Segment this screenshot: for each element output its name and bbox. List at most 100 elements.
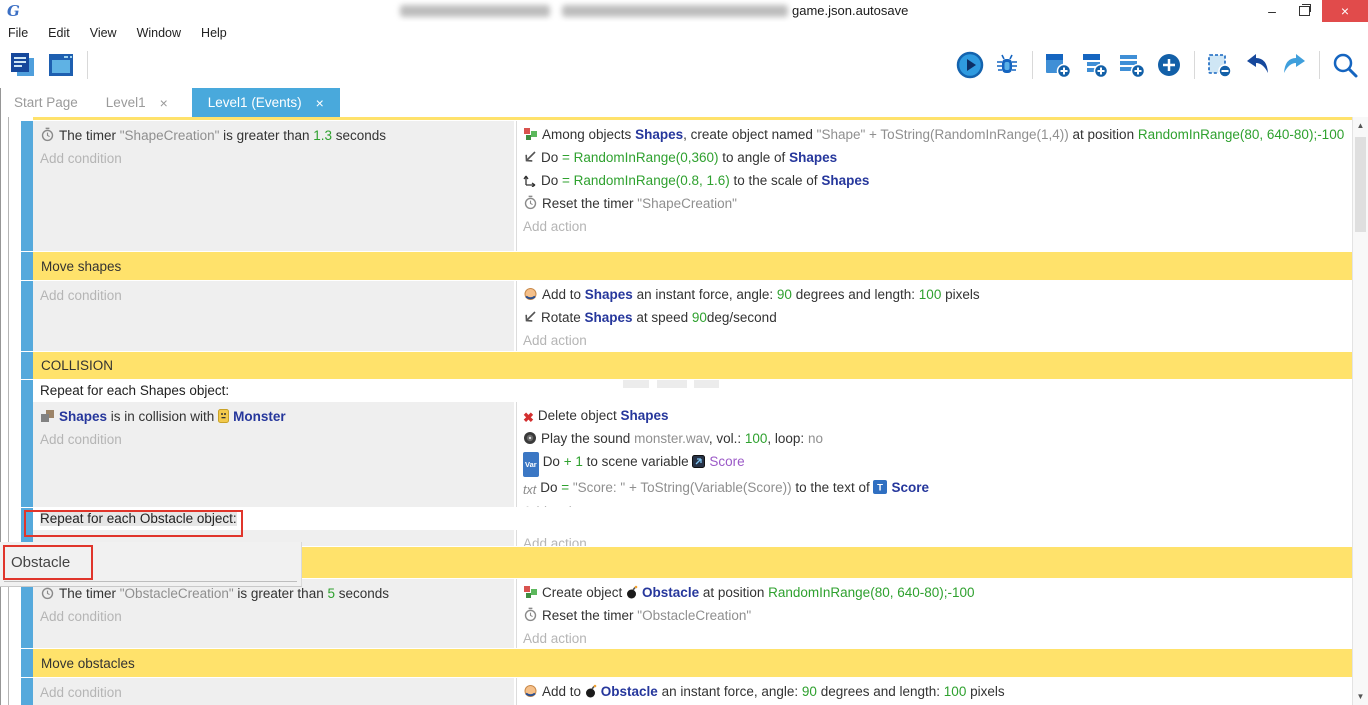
close-button[interactable]: × — [1322, 0, 1368, 22]
action-row[interactable]: Do = RandomInRange(0,360) to angle of Sh… — [523, 147, 1352, 170]
add-condition-button[interactable]: Add condition — [40, 682, 514, 703]
event-text: an instant force, angle: — [658, 684, 802, 699]
event-selection-bar[interactable] — [21, 121, 33, 251]
add-event-icon[interactable] — [1043, 50, 1073, 80]
add-sub-event-icon[interactable] — [1080, 50, 1110, 80]
action-row[interactable]: Among objects Shapes, create object name… — [523, 124, 1352, 147]
scroll-up-icon[interactable]: ▲ — [1353, 121, 1368, 130]
event-text: 5 — [327, 586, 335, 601]
action-row[interactable]: ✖Delete object Shapes — [523, 405, 1352, 428]
play-icon[interactable] — [955, 50, 985, 80]
event-selection-bar[interactable] — [21, 281, 33, 351]
action-row[interactable]: Reset the timer "ObstacleCreation" — [523, 605, 1352, 628]
event-text: Score — [891, 480, 929, 495]
action-row[interactable]: VarDo + 1 to scene variable Score — [523, 451, 1352, 477]
condition-row[interactable]: Shapes is in collision with Monster — [40, 406, 514, 429]
timer-icon — [40, 127, 55, 148]
scrollbar-thumb[interactable] — [1355, 137, 1366, 232]
condition-row[interactable]: The timer "ShapeCreation" is greater tha… — [40, 125, 514, 148]
project-manager-icon[interactable] — [8, 50, 38, 80]
sound-icon — [523, 430, 537, 451]
event-selection-bar[interactable] — [21, 649, 33, 677]
add-action-button[interactable]: Add action — [523, 216, 1352, 237]
event-text: Do — [541, 150, 562, 165]
event-text: an instant force, angle: — [633, 287, 777, 302]
action-row[interactable]: Do = RandomInRange(0.8, 1.6) to the scal… — [523, 170, 1352, 193]
action-row[interactable]: Reset the timer "ShapeCreation" — [523, 193, 1352, 216]
add-comment-icon[interactable] — [1117, 50, 1147, 80]
event-text: seconds — [335, 586, 389, 601]
tab-bar: Start Page Level1× Level1 (Events)× — [0, 88, 1368, 117]
add-condition-button[interactable]: Add condition — [40, 285, 514, 306]
action-row[interactable]: Play the sound monster.wav, vol.: 100, l… — [523, 428, 1352, 451]
close-tab-icon[interactable]: × — [316, 95, 324, 111]
vertical-scrollbar[interactable]: ▲ ▼ — [1352, 117, 1368, 705]
event-text: = — [561, 480, 573, 495]
action-row[interactable]: Add to Shapes an instant force, angle: 9… — [523, 284, 1352, 307]
scroll-down-icon[interactable]: ▼ — [1353, 692, 1368, 701]
event-text: Shapes — [620, 408, 668, 423]
comment-text: Move shapes — [41, 259, 121, 274]
bomb-icon — [585, 683, 597, 704]
menu-file[interactable]: File — [0, 26, 38, 40]
add-action-button[interactable]: Add action — [523, 330, 1352, 351]
add-circle-icon[interactable] — [1154, 50, 1184, 80]
action-row[interactable]: txtDo = "Score: " + ToString(Variable(Sc… — [523, 477, 1352, 501]
monster-icon — [218, 408, 229, 429]
search-icon[interactable] — [1330, 50, 1360, 80]
close-tab-icon[interactable]: × — [160, 95, 168, 111]
add-action-button[interactable]: Add action — [523, 501, 1352, 508]
delete-event-icon[interactable] — [1205, 50, 1235, 80]
undo-icon[interactable] — [1242, 50, 1272, 80]
event-text: = RandomInRange(0,360) — [562, 150, 718, 165]
event-text: Obstacle — [601, 684, 658, 699]
redacted-title-segment — [562, 5, 788, 17]
minimize-button[interactable]: – — [1258, 0, 1286, 22]
add-condition-button[interactable]: Add condition — [40, 148, 514, 169]
add-condition-button[interactable]: Add condition — [40, 429, 514, 450]
event-text: RandomInRange(80, 640-80);-100 — [768, 585, 974, 600]
event-text: = RandomInRange(0.8, 1.6) — [562, 173, 730, 188]
debug-icon[interactable] — [992, 50, 1022, 80]
menu-window[interactable]: Window — [127, 26, 191, 40]
event-text: 100 — [745, 431, 768, 446]
redo-icon[interactable] — [1279, 50, 1309, 80]
add-action-button[interactable]: Add action — [523, 628, 1352, 649]
window-title: game.json.autosave — [792, 3, 908, 18]
tab-level1[interactable]: Level1× — [92, 88, 182, 117]
add-action-button[interactable]: Add action — [523, 533, 1352, 547]
event-selection-bar[interactable] — [21, 352, 33, 379]
toolbar-separator — [1194, 51, 1195, 79]
tab-start-page[interactable]: Start Page — [0, 88, 92, 117]
tab-level1-events[interactable]: Level1 (Events)× — [192, 88, 340, 117]
menu-view[interactable]: View — [80, 26, 127, 40]
event-selection-bar[interactable] — [21, 380, 33, 507]
event-selection-bar[interactable] — [21, 678, 33, 705]
input-underline — [4, 581, 297, 582]
actions-column: Among objects Shapes, create object name… — [516, 121, 1352, 252]
action-row[interactable]: Add to Obstacle an instant force, angle:… — [523, 681, 1352, 704]
repeat-event-header[interactable]: Repeat for each Shapes object: — [33, 380, 1352, 402]
text-object-icon: T — [873, 479, 887, 500]
comment-row[interactable]: Move shapes — [33, 252, 1352, 280]
event-text: is in collision with — [107, 409, 218, 424]
scene-editor-icon[interactable] — [46, 50, 76, 80]
conditions-column: Add condition — [33, 678, 514, 705]
delete-icon: ✖ — [523, 407, 534, 428]
action-row[interactable]: Rotate Shapes at speed 90deg/second — [523, 307, 1352, 330]
action-row[interactable]: Create object Obstacle at position Rando… — [523, 582, 1352, 605]
event-selection-bar[interactable] — [21, 252, 33, 280]
event-text: at speed — [633, 310, 692, 325]
event-text: 90 — [777, 287, 792, 302]
menu-help[interactable]: Help — [191, 26, 237, 40]
menu-edit[interactable]: Edit — [38, 26, 80, 40]
maximize-button[interactable] — [1290, 0, 1318, 22]
add-condition-button[interactable]: Add condition — [40, 606, 514, 627]
create-object-icon — [523, 126, 538, 147]
event-selection-bar[interactable] — [21, 579, 33, 648]
object-name-input[interactable]: Obstacle — [3, 545, 93, 580]
event-text: to the text of — [792, 480, 874, 495]
toolbar-separator — [1319, 51, 1320, 79]
comment-row[interactable]: Move obstacles — [33, 649, 1352, 677]
comment-row[interactable]: COLLISION — [33, 352, 1352, 379]
